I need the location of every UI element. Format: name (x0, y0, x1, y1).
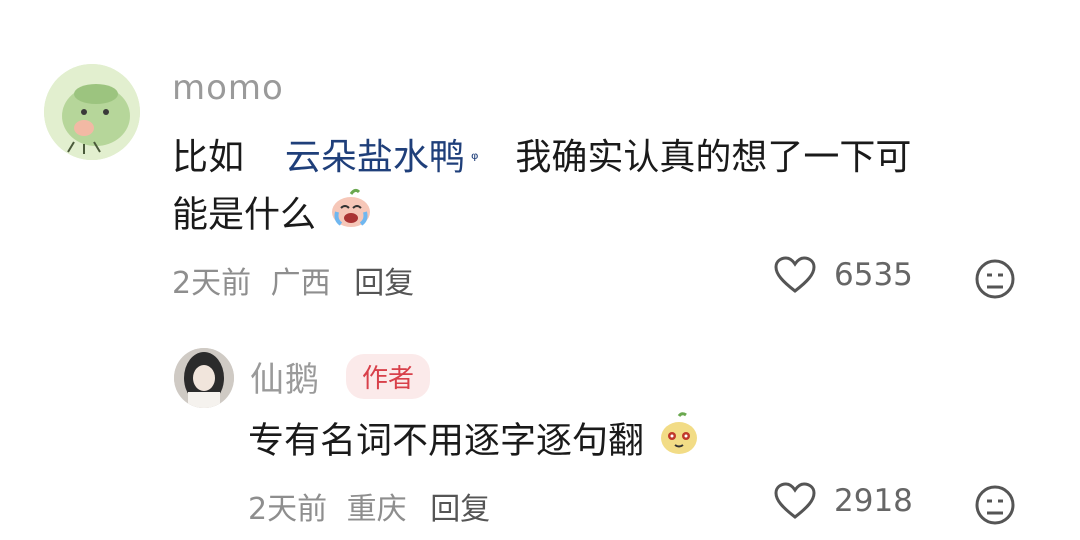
reply-reply-button[interactable]: 回复 (430, 492, 490, 527)
reply-username[interactable]: 仙鹅 (250, 352, 320, 401)
comment-location: 广西 (270, 266, 331, 301)
reply-time: 2天前 (248, 492, 328, 527)
comment-text-prefix: 比如 (172, 137, 245, 178)
reply-button[interactable]: 回复 (354, 266, 414, 301)
reply-meta: 2天前 重庆 回复 (248, 484, 490, 528)
comment-meta: 2天前 广西 回复 (172, 258, 414, 302)
like-button[interactable]: 6535 (774, 256, 913, 294)
comment-text-line2-content: 能是什么 (172, 194, 317, 236)
reply-text: 专有名词不用逐字逐句翻 (248, 412, 701, 473)
girl-photo-avatar-icon (174, 348, 234, 408)
reply-like-button[interactable]: 2918 (774, 482, 913, 520)
like-count: 6535 (834, 257, 913, 293)
smirk-pear-emoji-icon (657, 412, 701, 473)
reply-like-count: 2918 (834, 483, 913, 519)
dislike-button[interactable] (974, 258, 1016, 304)
green-bun-avatar-icon (44, 64, 140, 160)
author-badge: 作者 (346, 354, 431, 399)
neutral-face-icon (975, 485, 1015, 525)
neutral-face-icon (975, 259, 1015, 299)
avatar-momo[interactable] (44, 64, 140, 160)
heart-icon (774, 482, 816, 519)
heart-icon (774, 256, 816, 293)
crying-face-emoji-icon (329, 186, 373, 247)
search-keyword-link[interactable]: 云朵盐水鸭 (285, 137, 465, 178)
search-icon[interactable]: ᵠ (471, 132, 478, 188)
reply-text-content: 专有名词不用逐字逐句翻 (248, 420, 645, 462)
avatar-xiane[interactable] (174, 348, 234, 408)
comment-username[interactable]: momo (172, 68, 284, 108)
comment-text: 比如 云朵盐水鸭 ᵠ 我确实认真的想了一下可 (172, 130, 911, 188)
comment-text-line2: 能是什么 (172, 186, 373, 247)
reply-dislike-button[interactable] (974, 484, 1016, 530)
reply-location: 重庆 (346, 492, 407, 527)
comment-time: 2天前 (172, 266, 252, 301)
comment-text-rest: 我确实认真的想了一下可 (515, 137, 912, 178)
